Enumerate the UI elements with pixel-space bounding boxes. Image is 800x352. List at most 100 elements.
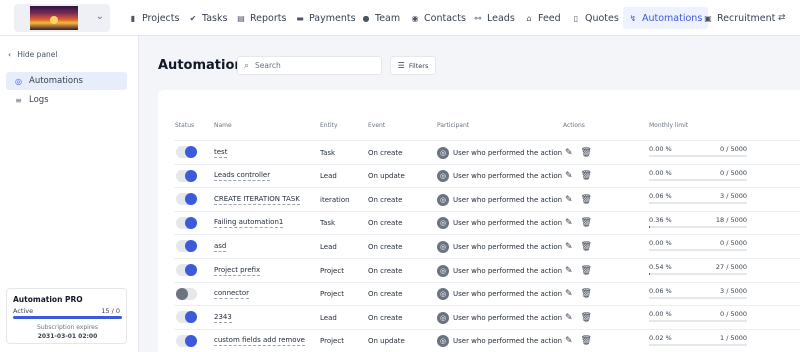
participant-avatar-icon: ◎ bbox=[437, 311, 449, 324]
entity-cell: Lead bbox=[320, 242, 337, 251]
search-box[interactable]: ⌕ bbox=[237, 56, 382, 75]
nav-item-quotes[interactable]: ▯ Quotes bbox=[572, 7, 619, 29]
edit-icon[interactable]: ✎ bbox=[565, 171, 573, 181]
status-toggle[interactable] bbox=[176, 334, 197, 347]
automation-name-link[interactable]: CREATE ITERATION TASK bbox=[214, 195, 300, 205]
automation-name-link[interactable]: Project prefix bbox=[214, 266, 261, 276]
automation-name-link[interactable]: asd bbox=[214, 242, 227, 252]
recruitment-icon: ▣ bbox=[704, 13, 712, 23]
monthly-limit-cell: 0.00 % 0 / 5000 bbox=[649, 144, 747, 160]
limit-usage: 27 / 5000 bbox=[715, 263, 747, 271]
feed-icon: ⌂ bbox=[526, 13, 532, 23]
trash-icon[interactable]: 🗑 bbox=[581, 336, 592, 346]
trash-icon[interactable]: 🗑 bbox=[581, 148, 592, 158]
trash-icon[interactable]: 🗑 bbox=[581, 289, 592, 299]
limit-bar bbox=[649, 202, 747, 205]
status-toggle[interactable] bbox=[176, 193, 197, 206]
plan-expires-label: Subscription expires bbox=[37, 324, 98, 331]
participant-avatar-icon: ◎ bbox=[437, 335, 449, 348]
top-navigation: ⌄ ▮ Projects ✔ Tasks ▤ Reports ▬ Payments ● T… bbox=[0, 0, 800, 36]
event-cell: On update bbox=[368, 337, 405, 346]
filters-button[interactable]: ☰ Filters bbox=[390, 56, 436, 75]
limit-usage: 0 / 5000 bbox=[720, 310, 747, 319]
limit-bar bbox=[649, 155, 747, 157]
status-toggle[interactable] bbox=[176, 240, 197, 253]
table-row: custom fields add remove Project On update… bbox=[174, 328, 800, 352]
participant-cell: User who performed the action bbox=[453, 172, 563, 181]
workspace-switcher[interactable]: ⌄ bbox=[14, 4, 110, 32]
automation-name-link[interactable]: custom fields add remove bbox=[214, 336, 305, 347]
monthly-limit-cell: 0.00 % 0 / 5000 bbox=[649, 238, 747, 254]
nav-item-team[interactable]: ● Team bbox=[362, 7, 401, 29]
limit-bar bbox=[649, 249, 747, 252]
automation-name-link[interactable]: connector bbox=[214, 289, 250, 300]
search-icon: ⌕ bbox=[244, 60, 250, 71]
event-cell: On create bbox=[368, 195, 403, 204]
nav-item-tasks[interactable]: ✔ Tasks bbox=[189, 7, 228, 29]
toggle-knob bbox=[176, 287, 188, 300]
sidebar-item-automations[interactable]: ◎ Automations bbox=[6, 72, 127, 90]
nav-item-leads[interactable]: ⚯ Leads bbox=[474, 7, 515, 29]
edit-icon[interactable]: ✎ bbox=[565, 218, 573, 228]
header-actions: Actions bbox=[563, 122, 585, 129]
trash-icon[interactable]: 🗑 bbox=[581, 242, 592, 252]
trash-icon[interactable]: 🗑 bbox=[581, 195, 592, 205]
status-toggle[interactable] bbox=[176, 169, 197, 182]
edit-icon[interactable]: ✎ bbox=[565, 195, 573, 205]
status-toggle[interactable] bbox=[176, 287, 197, 300]
limit-percent: 0.00 % bbox=[649, 145, 672, 153]
hide-panel-button[interactable]: ‹ Hide panel bbox=[8, 50, 58, 59]
tasks-icon: ✔ bbox=[189, 13, 197, 23]
nav-item-payments[interactable]: ▬ Payments bbox=[296, 7, 355, 29]
participant-cell: User who performed the action bbox=[453, 313, 563, 322]
participant-cell: User who performed the action bbox=[453, 195, 563, 204]
edit-icon[interactable]: ✎ bbox=[565, 148, 573, 158]
limit-percent: 0.36 % bbox=[649, 215, 672, 224]
automations-icon: ↯ bbox=[629, 13, 637, 23]
nav-item-automations[interactable]: ↯ Automations bbox=[623, 7, 709, 29]
trash-icon[interactable]: 🗑 bbox=[581, 266, 592, 276]
nav-item-contacts[interactable]: ◉ Contacts bbox=[411, 7, 466, 29]
nav-item-reports[interactable]: ▤ Reports bbox=[237, 7, 286, 29]
nav-item-feed[interactable]: ⌂ Feed bbox=[525, 7, 560, 29]
trash-icon[interactable]: 🗑 bbox=[581, 171, 592, 181]
toggle-knob bbox=[185, 193, 197, 206]
automation-name-link[interactable]: 2343 bbox=[214, 313, 232, 323]
participant-avatar-icon: ◎ bbox=[437, 240, 449, 253]
toggle-knob bbox=[185, 264, 197, 276]
limit-bar bbox=[649, 296, 747, 299]
event-cell: On create bbox=[368, 313, 403, 322]
status-toggle[interactable] bbox=[176, 264, 197, 276]
edit-icon[interactable]: ✎ bbox=[565, 266, 573, 276]
monthly-limit-cell: 0.36 % 18 / 5000 bbox=[649, 215, 747, 231]
automation-name-link[interactable]: Leads controller bbox=[214, 171, 271, 182]
nav-item-projects[interactable]: ▮ Projects bbox=[129, 7, 180, 29]
sidebar-item-logs[interactable]: ≡ Logs bbox=[6, 91, 127, 109]
toggle-knob bbox=[185, 216, 197, 229]
nav-item-recruitment[interactable]: ▣ Recruitment bbox=[704, 7, 775, 29]
edit-icon[interactable]: ✎ bbox=[565, 313, 573, 323]
edit-icon[interactable]: ✎ bbox=[565, 242, 573, 252]
participant-cell: User who performed the action bbox=[453, 219, 563, 228]
status-toggle[interactable] bbox=[176, 146, 197, 158]
status-toggle[interactable] bbox=[176, 311, 197, 324]
payments-icon: ▬ bbox=[296, 13, 304, 23]
monthly-limit-cell: 0.54 % 27 / 5000 bbox=[649, 262, 747, 278]
header-name: Name bbox=[214, 122, 232, 129]
limit-percent: 0.06 % bbox=[649, 192, 672, 201]
automation-name-link[interactable]: Failing automation1 bbox=[214, 218, 284, 229]
edit-icon[interactable]: ✎ bbox=[565, 336, 573, 346]
leads-icon: ⚯ bbox=[474, 13, 482, 23]
monthly-limit-cell: 0.02 % 1 / 5000 bbox=[649, 333, 747, 349]
automation-name-link[interactable]: test bbox=[214, 148, 228, 158]
trash-icon[interactable]: 🗑 bbox=[581, 313, 592, 323]
trash-icon[interactable]: 🗑 bbox=[581, 218, 592, 228]
limit-bar bbox=[649, 225, 747, 228]
status-toggle[interactable] bbox=[176, 216, 197, 229]
edit-icon[interactable]: ✎ bbox=[565, 289, 573, 299]
search-input[interactable] bbox=[255, 61, 366, 70]
swap-icon[interactable]: ⇄ bbox=[778, 7, 786, 29]
entity-cell: Project bbox=[320, 266, 344, 275]
plan-usage-count: 15 / 0 bbox=[101, 307, 120, 315]
monthly-limit-cell: 0.00 % 0 / 5000 bbox=[649, 168, 747, 184]
